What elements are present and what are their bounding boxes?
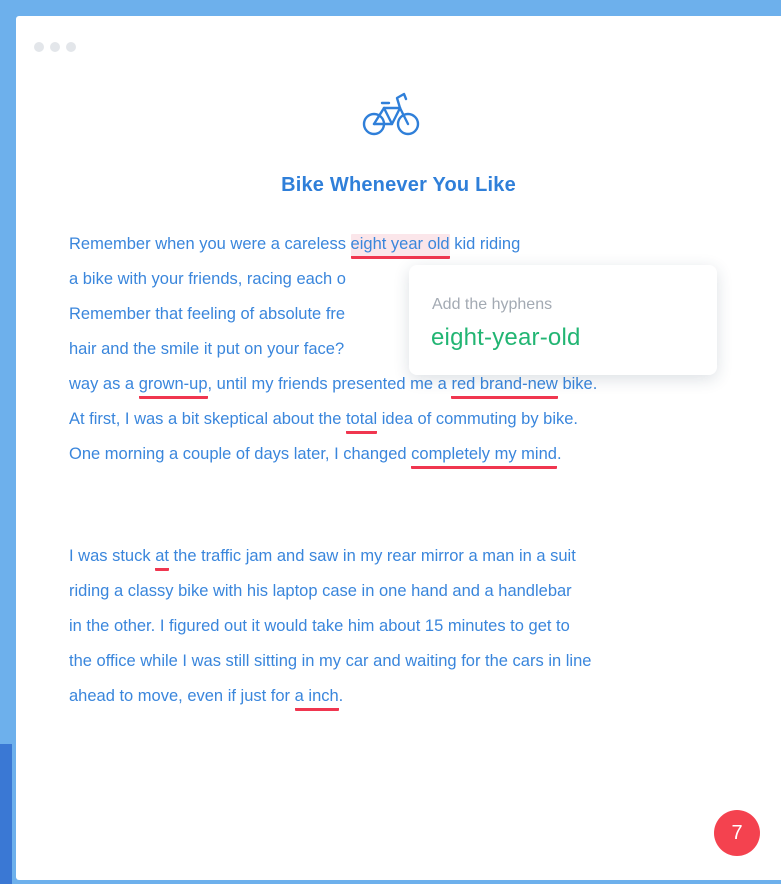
- window-dot-2[interactable]: [50, 42, 60, 52]
- paragraph-2: I was stuck at the traffic jam and saw i…: [69, 539, 769, 714]
- text-line: riding a classy bike with his laptop cas…: [69, 582, 572, 600]
- grammar-error-highlight[interactable]: red brand-new: [451, 374, 558, 399]
- text-line: One morning a couple of days later, I ch…: [69, 437, 769, 472]
- window-controls: [34, 42, 76, 52]
- text-line: ahead to move, even if just for a inch.: [69, 679, 769, 714]
- text-segment: At first, I was a bit skeptical about th…: [69, 410, 346, 428]
- text-segment: .: [338, 687, 344, 705]
- text-line: in the other. I figured out it would tak…: [69, 617, 570, 635]
- text-line: the office while I was still sitting in …: [69, 652, 592, 670]
- text-segment: idea of commuting by bike.: [377, 410, 579, 428]
- suggestion-label: Add the hyphens: [432, 296, 553, 313]
- issue-count-badge[interactable]: 7: [714, 810, 760, 856]
- text-segment: Remember when you were a careless: [69, 235, 351, 253]
- grammar-error-highlight[interactable]: eight year old: [350, 234, 450, 259]
- text-segment: , until my friends presented me a: [207, 375, 452, 393]
- window-dot-3[interactable]: [66, 42, 76, 52]
- text-segment: way as a: [69, 375, 139, 393]
- frame-accent-bar: [0, 744, 12, 884]
- article-title: Bike Whenever You Like: [281, 174, 516, 196]
- suggestion-card[interactable]: Add the hyphens eight-year-old: [409, 265, 717, 375]
- text-line: I was stuck at the traffic jam and saw i…: [69, 539, 769, 574]
- grammar-error-highlight[interactable]: at: [155, 546, 169, 571]
- grammar-error-highlight[interactable]: total: [345, 409, 378, 434]
- text-segment: I was stuck: [69, 547, 156, 565]
- window-dot-1[interactable]: [34, 42, 44, 52]
- suggestion-replacement[interactable]: eight-year-old: [431, 324, 581, 352]
- text-segment: ahead to move, even if just for: [69, 687, 295, 705]
- grammar-error-highlight[interactable]: a inch: [294, 686, 339, 711]
- text-line: Remember when you were a careless eight …: [69, 227, 769, 262]
- grammar-error-highlight[interactable]: completely my mind: [411, 444, 557, 469]
- text-segment: the traffic jam and saw in my rear mirro…: [168, 547, 576, 565]
- text-segment: bike.: [557, 375, 598, 393]
- editor-window: Bike Whenever You Like Remember when you…: [16, 16, 781, 880]
- text-line: At first, I was a bit skeptical about th…: [69, 402, 769, 437]
- text-segment: One morning a couple of days later, I ch…: [69, 445, 412, 463]
- text-segment: kid riding: [449, 235, 521, 253]
- grammar-error-highlight[interactable]: grown-up: [138, 374, 208, 399]
- text-segment: .: [556, 445, 562, 463]
- bike-icon: [362, 92, 420, 136]
